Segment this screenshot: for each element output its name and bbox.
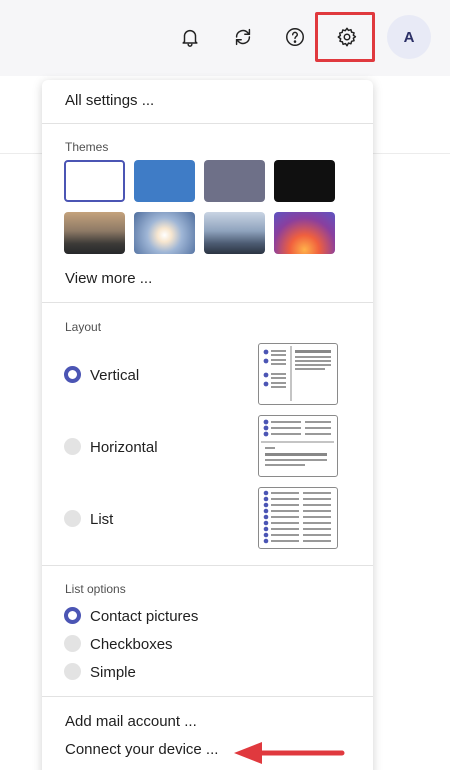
layout-list-thumbnail[interactable]	[258, 487, 338, 549]
avatar-initial: A	[403, 28, 415, 46]
add-mail-account-link[interactable]: Add mail account ...	[65, 713, 197, 730]
theme-mountains[interactable]	[64, 212, 125, 254]
layout-vertical-radio[interactable]	[64, 366, 81, 383]
layout-vertical-thumbnail[interactable]	[258, 343, 338, 405]
settings-panel: All settings ... Themes View more ... La…	[42, 80, 373, 770]
theme-white[interactable]	[64, 160, 125, 202]
layout-vertical-label[interactable]: Vertical	[90, 367, 139, 384]
bell-icon[interactable]	[175, 22, 205, 52]
theme-city[interactable]	[204, 212, 265, 254]
settings-highlight-box	[315, 12, 375, 62]
divider	[42, 565, 373, 566]
layout-list-radio[interactable]	[64, 510, 81, 527]
contact-pictures-radio[interactable]	[64, 607, 81, 624]
themes-title: Themes	[65, 140, 109, 154]
divider	[42, 302, 373, 303]
view-more-themes-link[interactable]: View more ...	[65, 270, 152, 287]
avatar[interactable]: A	[387, 15, 431, 59]
layout-horizontal-label[interactable]: Horizontal	[90, 439, 158, 456]
help-icon[interactable]	[280, 22, 310, 52]
simple-label[interactable]: Simple	[90, 664, 136, 681]
list-options-title: List options	[65, 582, 126, 596]
simple-radio[interactable]	[64, 663, 81, 680]
theme-sunset-glow[interactable]	[274, 212, 335, 254]
checkboxes-radio[interactable]	[64, 635, 81, 652]
theme-sunrise[interactable]	[134, 212, 195, 254]
theme-slate[interactable]	[204, 160, 265, 202]
layout-horizontal-thumbnail[interactable]	[258, 415, 338, 477]
red-arrow-annotation	[234, 742, 345, 764]
sync-icon[interactable]	[228, 22, 258, 52]
theme-blue[interactable]	[134, 160, 195, 202]
top-bar	[0, 0, 450, 76]
layout-horizontal-radio[interactable]	[64, 438, 81, 455]
connect-device-link[interactable]: Connect your device ...	[65, 741, 218, 758]
theme-black[interactable]	[274, 160, 335, 202]
checkboxes-label[interactable]: Checkboxes	[90, 636, 173, 653]
divider	[42, 696, 373, 697]
contact-pictures-label[interactable]: Contact pictures	[90, 608, 198, 625]
divider	[42, 123, 373, 124]
layout-list-label[interactable]: List	[90, 511, 113, 528]
all-settings-link[interactable]: All settings ...	[65, 92, 154, 109]
layout-title: Layout	[65, 320, 102, 334]
